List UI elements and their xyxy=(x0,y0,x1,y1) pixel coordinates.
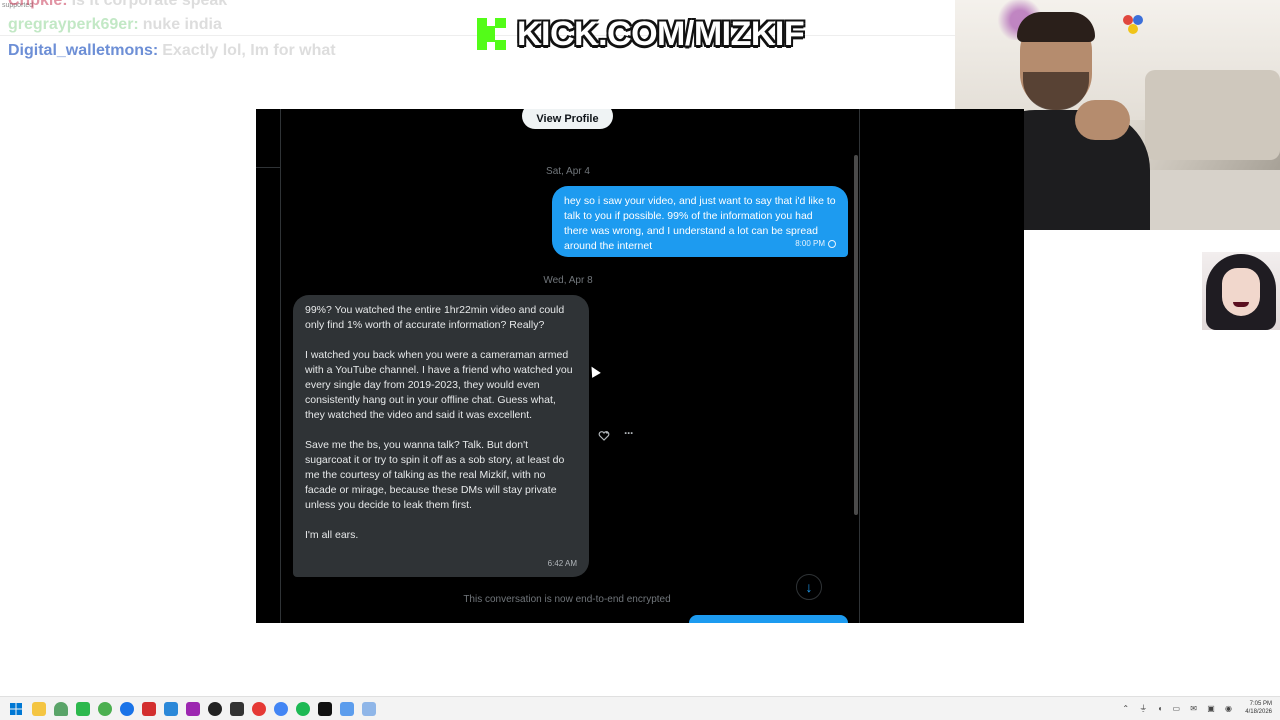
taskbar: ⌃ ⏚ ◖ ▭ ✉ ▣ ◉ 7:05 PM 4/18/2026 xyxy=(0,696,1280,720)
mouse-cursor-icon xyxy=(587,364,601,378)
chat-username: gregrayperk69er xyxy=(8,16,134,33)
date-separator: Sat, Apr 4 xyxy=(546,166,590,177)
app-blue-icon[interactable] xyxy=(164,702,178,716)
app-green-icon[interactable] xyxy=(76,702,90,716)
chrome-alt-icon[interactable] xyxy=(274,702,288,716)
date-separator: Wed, Apr 8 xyxy=(543,275,593,286)
more-options-icon[interactable]: ··· xyxy=(624,427,638,439)
clock[interactable]: 7:05 PM 4/18/2026 xyxy=(1245,700,1272,716)
dm-conversation-window: View Profile Sat, Apr 4 hey so i saw you… xyxy=(256,109,1024,623)
chrome-icon[interactable] xyxy=(98,702,112,716)
received-paragraph: Save me the bs, you wanna talk? Talk. Bu… xyxy=(305,439,565,511)
file-explorer-icon[interactable] xyxy=(32,702,46,716)
chat-line: gregrayperk69er: nuke india xyxy=(8,16,222,33)
start-windows-icon[interactable] xyxy=(9,702,23,716)
view-profile-button[interactable]: View Profile xyxy=(522,109,613,129)
chat-line: Cripkie: Is it corporate speak xyxy=(8,0,227,10)
notepad-icon[interactable] xyxy=(340,702,354,716)
seen-check-icon xyxy=(828,239,836,248)
scroll-to-bottom-button[interactable]: ↓ xyxy=(796,574,822,600)
app-icon[interactable] xyxy=(54,702,68,716)
received-paragraph: I'm all ears. xyxy=(305,529,359,541)
chat-message: nuke india xyxy=(142,16,222,33)
sent-time-label: 8:00 PM xyxy=(795,239,825,248)
system-tray-icons[interactable]: ⌃ ⏚ ◖ ▭ ✉ ▣ ◉ xyxy=(1122,703,1236,714)
right-rail-divider xyxy=(859,109,860,623)
couch xyxy=(1145,70,1280,160)
react-heart-icon[interactable] xyxy=(598,430,610,442)
kick-banner: KICK.COM/MIZKIF xyxy=(477,14,805,54)
obs-icon[interactable] xyxy=(208,702,222,716)
app-red-icon[interactable] xyxy=(142,702,156,716)
app-red-round-icon[interactable] xyxy=(252,702,266,716)
received-message-time: 6:42 AM xyxy=(547,559,577,568)
received-paragraph: 99%? You watched the entire 1hr22min vid… xyxy=(305,304,565,331)
received-message-bubble[interactable]: 99%? You watched the entire 1hr22min vid… xyxy=(293,295,589,577)
clock-time: 7:05 PM xyxy=(1249,701,1272,707)
stream-layout: supported Cripkie: Is it corporate speak … xyxy=(0,0,1280,720)
chat-message: Is it corporate speak xyxy=(71,0,228,9)
app-black-icon[interactable] xyxy=(318,702,332,716)
next-sent-bubble xyxy=(689,615,848,623)
chat-line: Digital_walletmons: Exactly lol, Im for w… xyxy=(8,42,336,59)
wall-logo-icon xyxy=(1123,15,1143,34)
kick-logo-icon xyxy=(477,18,507,50)
app-dark-icon[interactable] xyxy=(230,702,244,716)
encryption-notice: This conversation is now end-to-end encr… xyxy=(463,594,671,605)
clock-date: 4/18/2026 xyxy=(1245,709,1272,715)
sent-message-bubble[interactable]: hey so i saw your video, and just want t… xyxy=(552,186,848,257)
streamer-hands xyxy=(1075,100,1130,140)
chat-message: Exactly lol, Im for what xyxy=(162,42,336,59)
received-paragraph: I watched you back when you were a camer… xyxy=(305,349,573,421)
spotify-icon[interactable] xyxy=(296,702,310,716)
kick-url-text: KICK.COM/MIZKIF xyxy=(517,14,805,53)
scrollbar[interactable] xyxy=(854,155,858,515)
app-purple-icon[interactable] xyxy=(186,702,200,716)
side-avatar xyxy=(1202,252,1280,330)
snipping-tool-icon[interactable] xyxy=(362,702,376,716)
left-rail xyxy=(256,109,281,623)
browser-icon[interactable] xyxy=(120,702,134,716)
chat-username: Digital_walletmons xyxy=(8,42,153,59)
chat-username: Cripkie xyxy=(8,0,63,9)
sent-message-time: 8:00 PM xyxy=(795,236,836,251)
